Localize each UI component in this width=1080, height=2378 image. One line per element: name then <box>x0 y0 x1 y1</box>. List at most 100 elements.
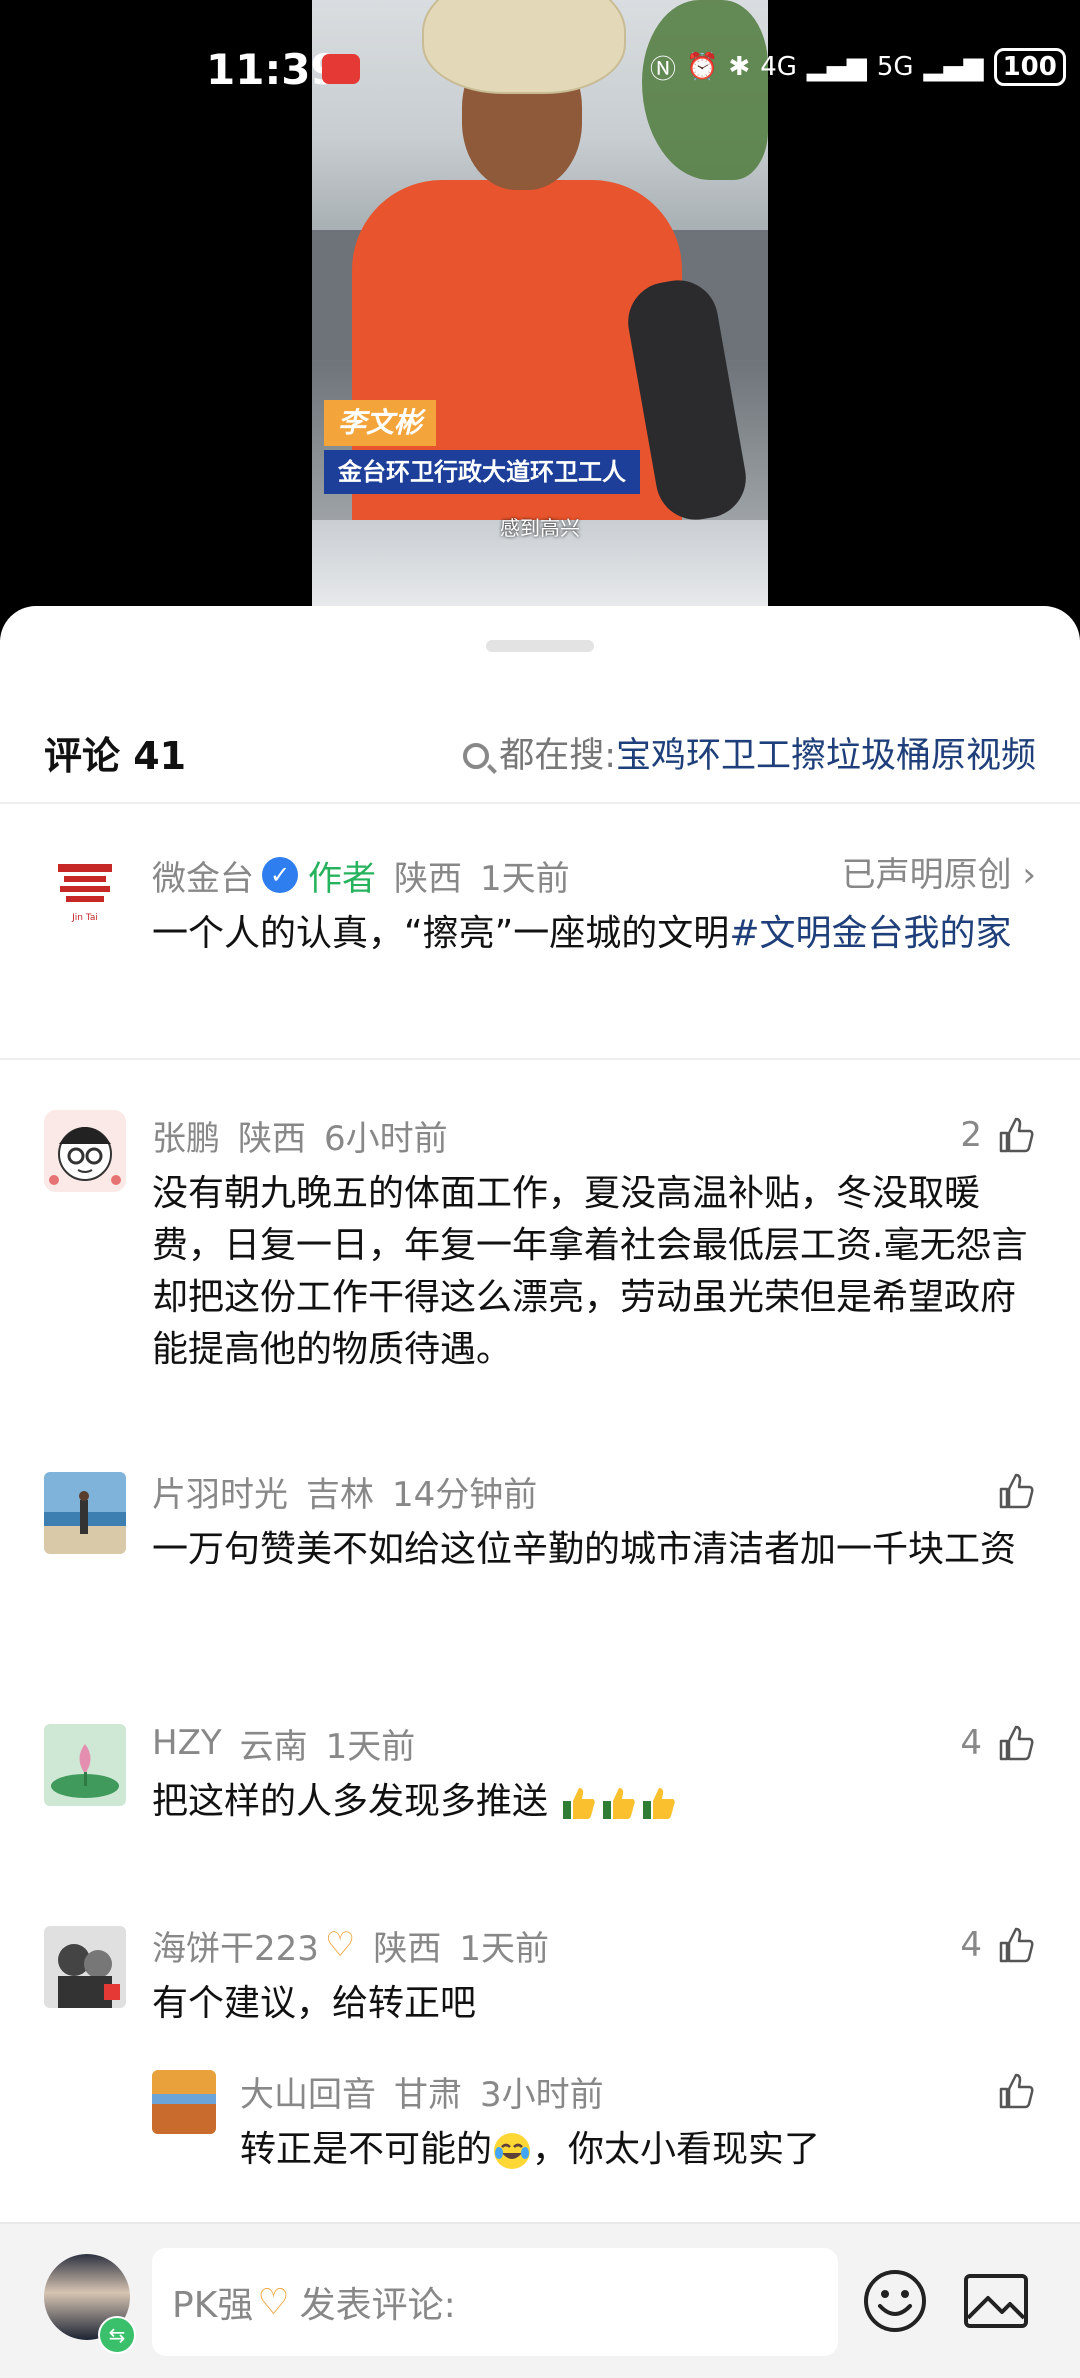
comment-body: 一个人的认真，“擦亮”一座城的文明 <box>152 913 730 954</box>
signal-icon-2: ▂▄▆ <box>923 52 984 82</box>
comment-meta: 微金台 ✓ 作者 陕西 1天前 <box>152 850 570 900</box>
comment-author[interactable]: 海饼干223 <box>152 1921 319 1970</box>
comment-author[interactable]: HZY <box>152 1723 222 1763</box>
like-button[interactable]: 2 <box>960 1110 1036 1160</box>
comment-sheet: 评论 41 都在搜: 宝鸡环卫工擦垃圾桶原视频 Jin Tai 微金台 ✓ 作者… <box>0 606 1080 2376</box>
comment-author[interactable]: 微金台 <box>152 851 254 900</box>
comment-author[interactable]: 片羽时光 <box>152 1467 288 1516</box>
comment-body: 把这样的人多发现多推送 <box>152 1781 549 1822</box>
comment-location: 陕西 <box>238 1118 306 1159</box>
thumbs-up-emoji-icon <box>603 1788 636 1819</box>
thumbs-up-icon <box>999 1117 1034 1153</box>
like-button[interactable]: 4 <box>960 1920 1036 1970</box>
trending-search-query[interactable]: 宝鸡环卫工擦垃圾桶原视频 <box>616 716 1036 796</box>
reply-body-end: ，你太小看现实了 <box>532 2129 821 2170</box>
comment-text: 有个建议，给转正吧 <box>152 1983 477 2024</box>
comment-item[interactable]: 海饼干223 ♡ 陕西 1天前 4 有个建议，给转正吧 大山回音 甘肃 3小时前 <box>0 1920 1080 2220</box>
like-button[interactable] <box>982 1466 1036 1516</box>
comment-item[interactable]: 张鹏 陕西 6小时前 2 没有朝九晚五的体面工作，夏没高温补贴，冬没取暖费，日复… <box>0 1110 1080 1370</box>
comment-text: 没有朝九晚五的体面工作，夏没高温补贴，冬没取暖费，日复一日，年复一年拿着社会最低… <box>152 1173 1028 1370</box>
comment-text: 把这样的人多发现多推送 <box>152 1776 1036 1828</box>
input-placeholder: 发表评论: <box>299 2285 456 2326</box>
crying-laughing-emoji-icon <box>494 2133 531 2169</box>
reply-location: 甘肃 <box>394 2074 462 2115</box>
comment-time: 1天前 <box>459 1928 550 1969</box>
comment-item[interactable]: 片羽时光 吉林 14分钟前 一万句赞美不如给这位辛勤的城市清洁者加一千块工资 <box>0 1466 1080 1636</box>
comment-time: 14分钟前 <box>392 1474 538 1515</box>
author-comment[interactable]: Jin Tai 微金台 ✓ 作者 陕西 1天前 已声明原创 › 一个人的认真，“… <box>0 850 1080 1010</box>
comment-time: 1天前 <box>480 858 570 899</box>
reply-item[interactable]: 大山回音 甘肃 3小时前 转正是不可能的 ，你太小看现实了 <box>152 2066 1036 2196</box>
like-button[interactable] <box>982 2066 1036 2116</box>
comment-location: 陕西 <box>373 1928 442 1969</box>
like-count: 4 <box>960 1925 982 1965</box>
reply-time: 3小时前 <box>480 2074 604 2115</box>
nfc-icon: Ⓝ <box>650 54 677 85</box>
status-icons: Ⓝ ⏰ ✱ 4G ▂▄▆ 5G ▂▄▆ 100 <box>650 48 1066 86</box>
thumbs-up-icon <box>999 1927 1034 1963</box>
declared-original-link[interactable]: 已声明原创 › <box>842 850 1036 900</box>
trending-search-label: 都在搜: <box>499 736 616 776</box>
comment-text: 一万句赞美不如给这位辛勤的城市清洁者加一千块工资 <box>152 1529 1017 1570</box>
battery-indicator: 100 <box>993 48 1066 86</box>
reply-author[interactable]: 大山回音 <box>240 2067 376 2116</box>
landscape-avatar-icon <box>152 2070 216 2134</box>
comment-header: 评论 41 都在搜: 宝鸡环卫工擦垃圾桶原视频 <box>0 716 1080 796</box>
avatar[interactable]: Jin Tai <box>44 850 126 932</box>
like-button[interactable]: 4 <box>960 1718 1036 1768</box>
signal-icon: ▂▄▆ <box>806 52 867 82</box>
status-bar: 11:39 Ⓝ ⏰ ✱ 4G ▂▄▆ 5G ▂▄▆ 100 <box>0 40 1080 100</box>
thumbs-up-emoji-icon <box>563 1788 596 1819</box>
trending-search-link[interactable]: 都在搜: 宝鸡环卫工擦垃圾桶原视频 <box>463 716 1036 796</box>
search-icon <box>463 743 490 769</box>
comment-item[interactable]: HZY 云南 1天前 4 把这样的人多发现多推送 <box>0 1718 1080 1828</box>
reply-text: 转正是不可能的 ，你太小看现实了 <box>240 2124 1036 2176</box>
network-4g-label: 4G <box>760 52 797 82</box>
image-icon[interactable] <box>962 2268 1030 2334</box>
video-caption-name: 李文彬 <box>324 400 437 446</box>
declared-original-label: 已声明原创 <box>841 855 1012 895</box>
network-5g-label: 5G <box>876 52 914 82</box>
comment-time: 6小时前 <box>324 1118 448 1159</box>
video-caption-role: 金台环卫行政大道环卫工人 <box>324 450 640 494</box>
avatar[interactable] <box>44 1724 126 1806</box>
app-notification-icon <box>322 54 360 84</box>
comment-input-bar: ⇆ PK强 ♡ 发表评论: <box>0 2222 1080 2378</box>
comment-location: 云南 <box>239 1726 308 1767</box>
comment-location: 陕西 <box>394 858 462 899</box>
author-divider <box>0 1058 1080 1060</box>
verified-badge-icon: ✓ <box>262 857 298 893</box>
bluetooth-icon: ✱ <box>728 52 751 82</box>
avatar[interactable] <box>44 1472 126 1554</box>
comment-meta: 张鹏 陕西 6小时前 <box>152 1110 448 1160</box>
comment-input[interactable]: PK强 ♡ 发表评论: <box>152 2248 838 2356</box>
beach-photo-avatar-icon <box>44 1472 126 1554</box>
like-count: 2 <box>960 1115 982 1155</box>
comment-text: 一个人的认真，“擦亮”一座城的文明#文明金台我的家 <box>152 908 1036 960</box>
comment-meta: HZY 云南 1天前 <box>152 1718 415 1768</box>
thumbs-up-icon <box>999 1473 1034 1509</box>
vip-badge-icon: ♡ <box>324 1925 356 1965</box>
hashtag-link[interactable]: #文明金台我的家 <box>729 913 1011 954</box>
avatar[interactable] <box>44 1926 126 2008</box>
comment-location: 吉林 <box>306 1474 374 1515</box>
reply-body-start: 转正是不可能的 <box>240 2129 493 2170</box>
avatar[interactable] <box>152 2070 216 2134</box>
switch-account-icon[interactable]: ⇆ <box>98 2316 136 2354</box>
comment-count-title: 评论 41 <box>44 734 187 778</box>
avatar[interactable] <box>44 1110 126 1192</box>
author-tag: 作者 <box>308 858 376 899</box>
comment-meta: 海饼干223 ♡ 陕西 1天前 <box>152 1920 549 1970</box>
sheet-drag-handle[interactable] <box>486 640 594 652</box>
thumbs-up-icon <box>999 2073 1034 2109</box>
header-divider <box>0 802 1080 804</box>
svg-text:Jin Tai: Jin Tai <box>71 913 98 923</box>
comment-meta: 片羽时光 吉林 14分钟前 <box>152 1466 537 1516</box>
video-subtitle: 感到高兴 <box>500 516 580 540</box>
like-count: 4 <box>960 1723 982 1763</box>
emoji-icon[interactable] <box>862 2268 928 2334</box>
comment-author[interactable]: 张鹏 <box>152 1111 220 1160</box>
cartoon-avatar-icon <box>44 1110 126 1192</box>
chevron-right-icon: › <box>1022 855 1036 895</box>
vip-badge-icon: ♡ <box>257 2281 290 2323</box>
